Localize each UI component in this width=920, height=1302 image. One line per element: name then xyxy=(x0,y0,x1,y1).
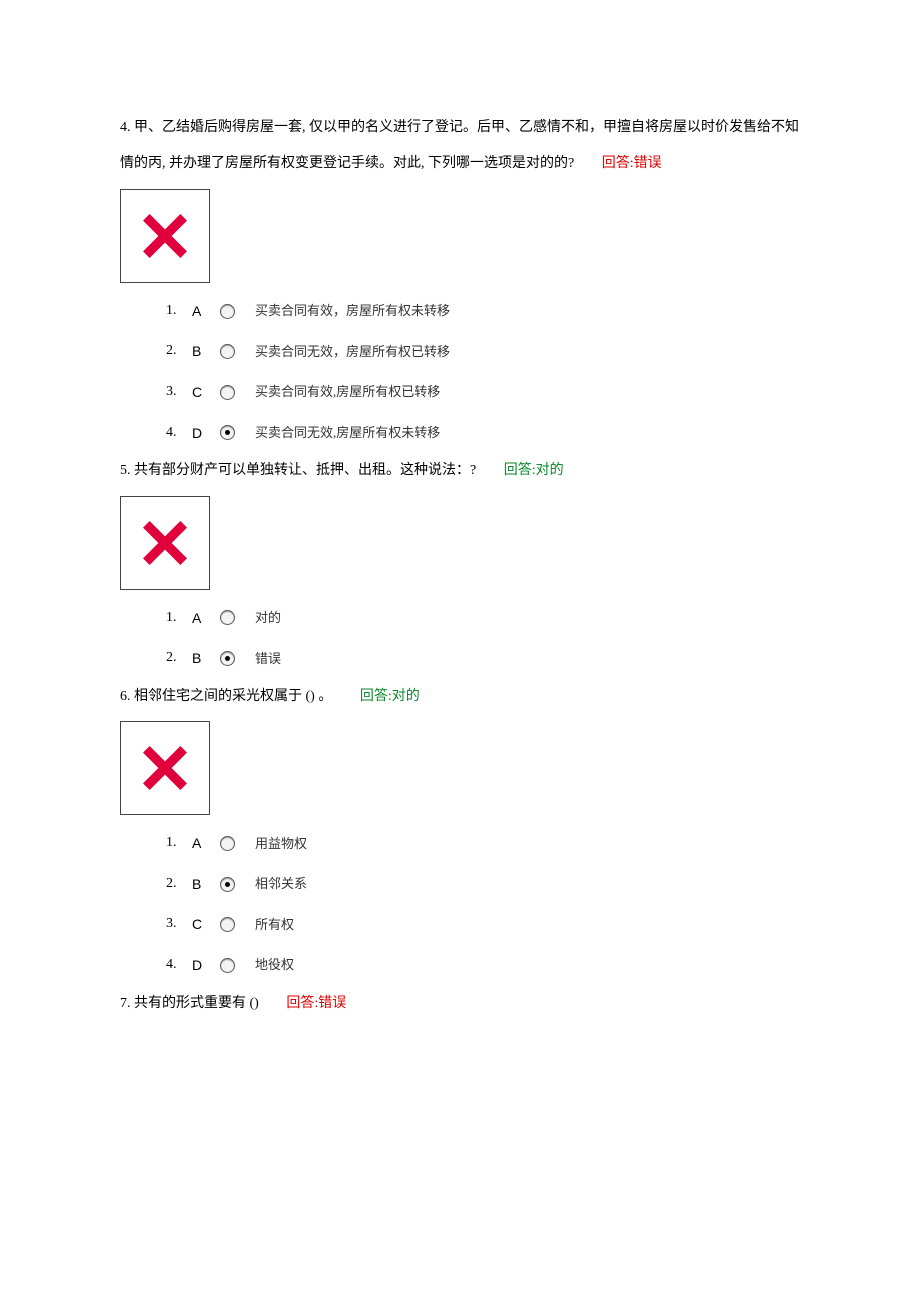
radio-button[interactable] xyxy=(220,836,235,851)
question-text: 共有的形式重要有 () xyxy=(134,996,259,1011)
option-row: 1. A 买卖合同有效，房屋所有权未转移 xyxy=(166,291,800,332)
radio-button[interactable] xyxy=(220,304,235,319)
answer-label: 回答:错误 xyxy=(286,996,346,1011)
radio-button[interactable] xyxy=(220,610,235,625)
answer-label: 回答:错误 xyxy=(602,156,662,171)
option-row: 2. B 错误 xyxy=(166,638,800,679)
question-text: 共有部分财产可以单独转让、抵押、出租。这种说法：? xyxy=(134,463,476,478)
question-6-options: 1. A 用益物权 2. B 相邻关系 3. C 所有权 4. D 地役权 xyxy=(120,823,800,985)
question-text: 相邻住宅之间的采光权属于 () 。 xyxy=(134,689,332,704)
option-row: 4. D 买卖合同无效,房屋所有权未转移 xyxy=(166,413,800,454)
radio-button[interactable] xyxy=(220,344,235,359)
option-row: 2. B 买卖合同无效，房屋所有权已转移 xyxy=(166,331,800,372)
option-row: 3. C 买卖合同有效,房屋所有权已转移 xyxy=(166,372,800,413)
radio-button[interactable] xyxy=(220,385,235,400)
result-mark-wrong xyxy=(120,721,210,815)
x-icon xyxy=(137,740,193,796)
question-4-header: 4. 甲、乙结婚后购得房屋一套, 仅以甲的名义进行了登记。后甲、乙感情不和，甲擅… xyxy=(120,110,800,183)
radio-button[interactable] xyxy=(220,425,235,440)
question-6-header: 6. 相邻住宅之间的采光权属于 () 。 回答:对的 xyxy=(120,679,800,715)
question-5-options: 1. A 对的 2. B 错误 xyxy=(120,598,800,679)
radio-button[interactable] xyxy=(220,917,235,932)
x-icon xyxy=(137,515,193,571)
option-row: 2. B 相邻关系 xyxy=(166,864,800,905)
question-number: 4. xyxy=(120,120,131,135)
result-mark-wrong xyxy=(120,496,210,590)
radio-button[interactable] xyxy=(220,651,235,666)
option-row: 4. D 地役权 xyxy=(166,945,800,986)
question-4-options: 1. A 买卖合同有效，房屋所有权未转移 2. B 买卖合同无效，房屋所有权已转… xyxy=(120,291,800,453)
result-mark-wrong xyxy=(120,189,210,283)
radio-button[interactable] xyxy=(220,958,235,973)
x-icon xyxy=(137,208,193,264)
answer-label: 回答:对的 xyxy=(360,689,420,704)
option-row: 1. A 对的 xyxy=(166,598,800,639)
question-number: 5. xyxy=(120,463,131,478)
option-row: 3. C 所有权 xyxy=(166,904,800,945)
question-number: 6. xyxy=(120,689,131,704)
option-row: 1. A 用益物权 xyxy=(166,823,800,864)
question-number: 7. xyxy=(120,996,131,1011)
radio-button[interactable] xyxy=(220,877,235,892)
question-5-header: 5. 共有部分财产可以单独转让、抵押、出租。这种说法：? 回答:对的 xyxy=(120,453,800,489)
question-7-header: 7. 共有的形式重要有 () 回答:错误 xyxy=(120,986,800,1022)
question-text: 甲、乙结婚后购得房屋一套, 仅以甲的名义进行了登记。后甲、乙感情不和，甲擅自将房… xyxy=(120,120,799,171)
answer-label: 回答:对的 xyxy=(504,463,564,478)
